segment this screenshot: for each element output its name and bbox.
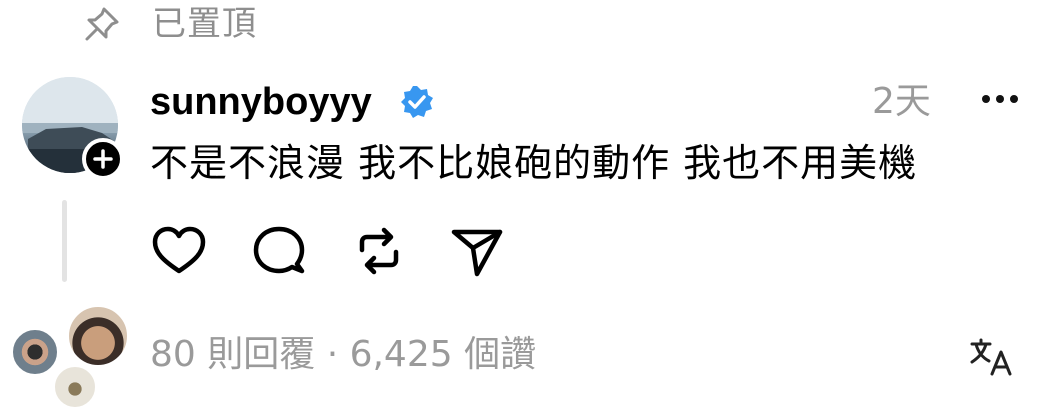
thread-line — [62, 200, 67, 282]
pinned-label: 已置頂 — [152, 4, 257, 44]
repost-button[interactable] — [350, 222, 408, 280]
post-stats[interactable]: 80 則回覆 · 6,425 個讚 — [150, 330, 536, 380]
reply-avatar — [10, 327, 60, 377]
translate-icon — [970, 338, 1012, 376]
like-button[interactable] — [150, 222, 208, 280]
comment-icon — [253, 226, 305, 274]
send-icon — [451, 229, 503, 277]
more-options-button[interactable] — [978, 84, 1022, 114]
pin-icon — [82, 4, 122, 44]
heart-icon — [152, 226, 206, 274]
reply-avatar — [66, 304, 130, 368]
follow-button[interactable] — [82, 138, 124, 180]
username[interactable]: sunnyboyyy — [150, 80, 372, 124]
translate-button[interactable] — [968, 336, 1018, 378]
repost-icon — [359, 227, 399, 275]
verified-badge-icon — [400, 85, 434, 119]
share-button[interactable] — [448, 222, 506, 280]
post-timestamp: 2天 — [872, 81, 931, 122]
comment-button[interactable] — [250, 222, 308, 280]
post-text: 不是不浪漫 我不比娘砲的動作 我也不用美機 — [150, 141, 918, 185]
reply-avatar — [52, 364, 98, 410]
